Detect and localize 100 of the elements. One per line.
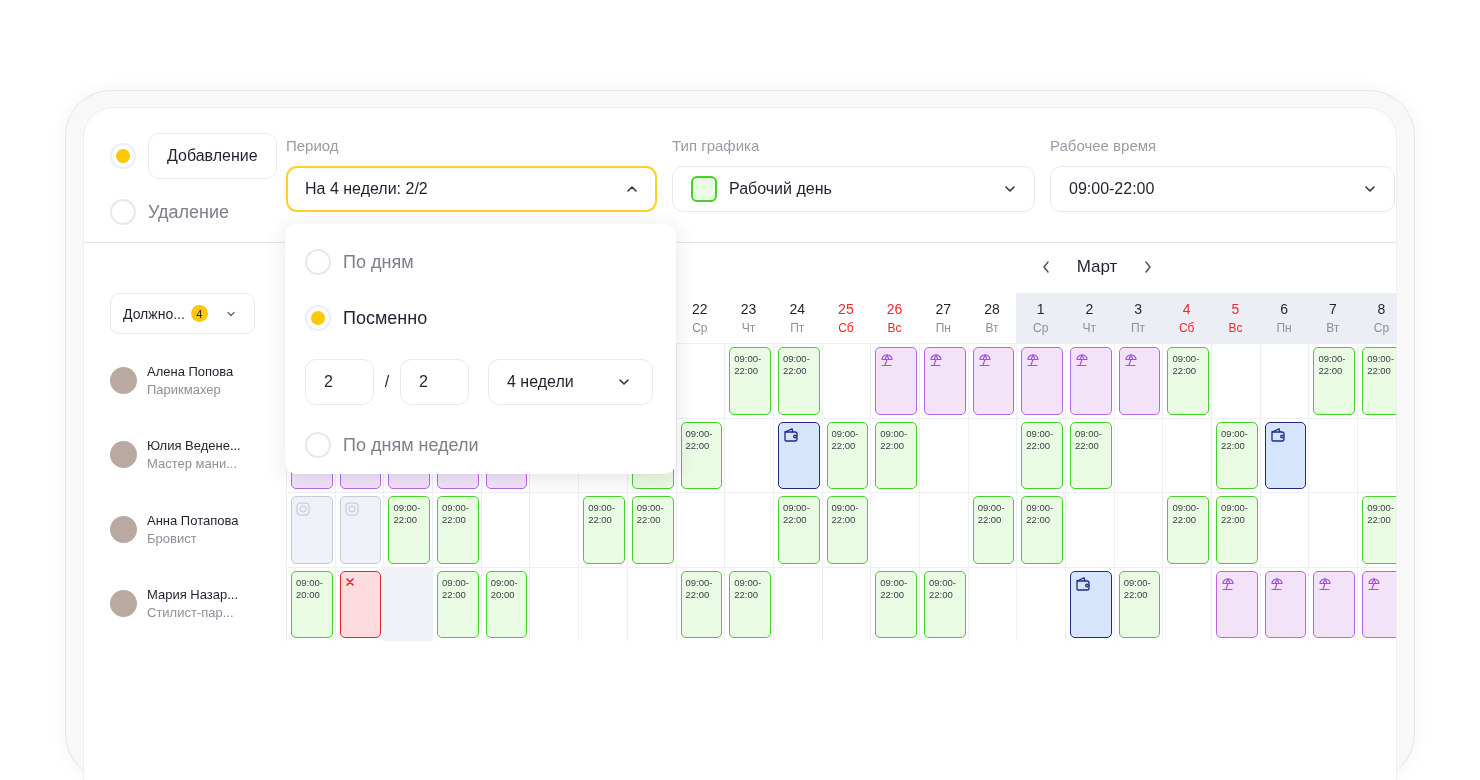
shift-card[interactable]: 09:00-22:00: [1216, 421, 1258, 489]
radio-button[interactable]: [305, 432, 331, 458]
shift-card[interactable]: 09:00-22:00: [1070, 421, 1112, 489]
weekday-label: Пт: [790, 321, 805, 335]
employee-name: Мария Назар...: [147, 587, 239, 603]
shift-card[interactable]: 09:00-22:00: [680, 570, 723, 638]
weekday-label: Вс: [887, 321, 902, 335]
chevron-left-icon[interactable]: [1042, 260, 1050, 274]
weekday-label: Ср: [1033, 321, 1049, 335]
day-number: 5: [1231, 301, 1240, 317]
weekday-label: Вс: [1228, 321, 1243, 335]
shift-card[interactable]: 09:00-22:00: [875, 570, 917, 638]
shift-card[interactable]: 09:00-22:00: [923, 570, 966, 638]
radio-label[interactable]: Удаление: [148, 201, 230, 223]
filter-dropdown[interactable]: Должно... 4: [110, 293, 255, 334]
shift-card[interactable]: 09:00-22:00: [680, 421, 723, 489]
radio-button[interactable]: [305, 249, 331, 275]
chevron-right-icon[interactable]: [1144, 260, 1152, 274]
day-number: 24: [789, 301, 805, 317]
employee-name: Анна Потапова: [147, 512, 239, 528]
field-label: Рабочее время: [1050, 137, 1158, 155]
shift-card[interactable]: 09:00-22:00: [583, 496, 625, 564]
day-number: 23: [740, 301, 757, 317]
shift-card[interactable]: 09:00-22:00: [1362, 496, 1396, 564]
weekday-label: Ср: [692, 321, 708, 335]
month-title: Март: [1075, 257, 1119, 277]
shift-card[interactable]: 09:00-22:00: [729, 347, 771, 415]
chevron-down-icon: [1364, 185, 1376, 193]
radio-button[interactable]: [110, 143, 136, 169]
day-number: 3: [1134, 301, 1142, 317]
umbrella-icon: [1221, 576, 1236, 591]
shift-card[interactable]: 09:00-22:00: [826, 421, 869, 489]
weekday-label: Вт: [1326, 321, 1340, 335]
wallet-icon: [1075, 576, 1091, 591]
employee-role: Мастер мани...: [147, 456, 239, 472]
shift-card[interactable]: 09:00-22:00: [729, 570, 771, 638]
day-number: 1: [1036, 301, 1045, 317]
avatar: [110, 590, 137, 618]
shift-card[interactable]: 09:00-22:00: [972, 496, 1015, 564]
shift-card[interactable]: 09:00-22:00: [1167, 347, 1210, 415]
wallet-icon: [782, 427, 799, 442]
avatar: [110, 441, 137, 469]
input-field[interactable]: 2: [400, 359, 469, 405]
shift-card[interactable]: 09:00-22:00: [826, 496, 869, 564]
shift-card[interactable]: 09:00-22:00: [1362, 347, 1396, 415]
weekday-label: Пн: [1276, 321, 1292, 335]
shift-card[interactable]: 09:00-22:00: [1118, 570, 1161, 638]
shift-card[interactable]: 09:00-22:00: [437, 570, 479, 638]
avatar: [110, 515, 137, 543]
weekday-label: Чт: [741, 321, 756, 335]
shift-card[interactable]: 09:00-22:00: [437, 496, 479, 564]
umbrella-icon: [1075, 353, 1089, 367]
radio-label[interactable]: По дням недели: [343, 434, 479, 456]
shift-card[interactable]: 09:00-22:00: [1313, 347, 1356, 415]
wallet-icon: [1269, 427, 1286, 442]
dropdown-field[interactable]: Рабочий день: [672, 166, 1035, 212]
chevron-down-icon: [225, 310, 236, 317]
day-number: 28: [984, 301, 1000, 317]
radio-label[interactable]: Посменно: [343, 307, 428, 329]
separator-text: /: [384, 373, 390, 391]
avatar: [110, 366, 137, 394]
day-number: 8: [1377, 301, 1386, 317]
day-number: 25: [838, 301, 854, 317]
weekday-label: Сб: [1178, 321, 1195, 335]
circle-icon: [296, 502, 310, 516]
day-number: 4: [1182, 301, 1191, 317]
dropdown-field[interactable]: На 4 недели: 2/2: [286, 166, 657, 212]
shift-card[interactable]: 09:00-22:00: [777, 496, 820, 564]
cross-icon: [344, 576, 355, 587]
chevron-down-icon: [1004, 185, 1016, 193]
shift-card[interactable]: 09:00-22:00: [1216, 496, 1258, 564]
umbrella-icon: [977, 353, 992, 367]
count-badge: 4: [190, 305, 208, 322]
dropdown-field[interactable]: 09:00-22:00: [1050, 166, 1395, 212]
shift-card[interactable]: 09:00-20:00: [291, 570, 333, 638]
employee-role: Бровист: [147, 530, 198, 546]
radio-label[interactable]: По дням: [343, 251, 414, 273]
umbrella-icon: [1269, 576, 1284, 591]
shift-card[interactable]: 09:00-22:00: [777, 347, 820, 415]
field-label: Период: [286, 137, 340, 155]
weekday-label: Ср: [1373, 321, 1390, 335]
shift-card[interactable]: 09:00-22:00: [388, 496, 431, 564]
shift-card[interactable]: 09:00-22:00: [1021, 421, 1063, 489]
radio-button[interactable]: [305, 305, 331, 331]
radio-label[interactable]: Добавление: [148, 133, 277, 179]
shift-card[interactable]: 09:00-22:00: [631, 496, 674, 564]
radio-button[interactable]: [110, 199, 136, 225]
chevron-up-icon: [626, 185, 638, 193]
input-field[interactable]: 2: [305, 359, 374, 405]
employee-role: Парикмахер: [147, 381, 222, 397]
shift-card[interactable]: 09:00-22:00: [1167, 496, 1210, 564]
dropdown-field[interactable]: 4 недели: [488, 359, 653, 405]
weekday-label: Пт: [1130, 321, 1146, 335]
employee-name: Юлия Ведене...: [147, 438, 241, 454]
shift-card[interactable]: 09:00-22:00: [875, 421, 917, 489]
umbrella-icon: [1026, 353, 1041, 367]
shift-card[interactable]: 09:00-22:00: [1021, 496, 1063, 564]
shift-card[interactable]: 09:00-20:00: [485, 570, 528, 638]
day-number: 2: [1085, 301, 1094, 317]
weekday-label: Пн: [935, 321, 951, 335]
